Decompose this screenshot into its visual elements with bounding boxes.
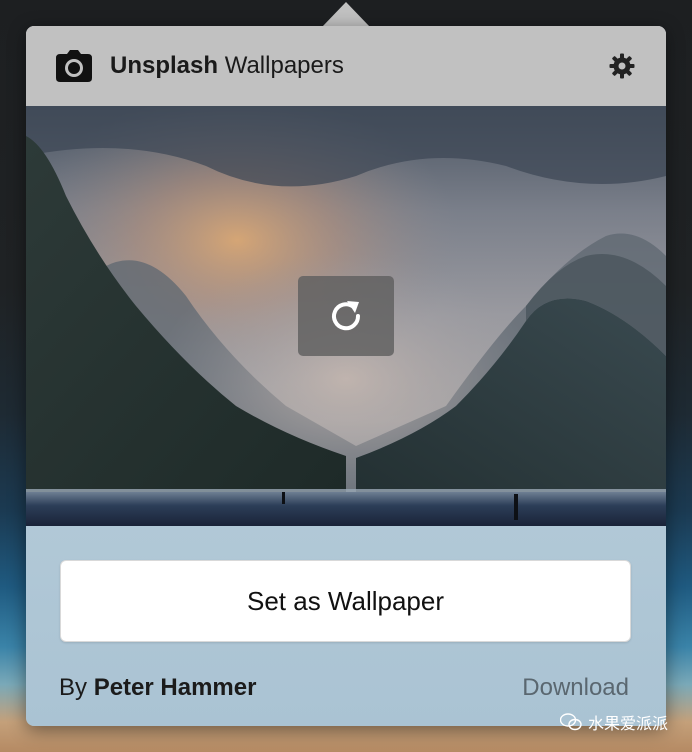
popover-caret [322, 2, 370, 27]
app-title-brand: Unsplash [110, 52, 219, 79]
watermark-text: 水果爱派派 [588, 716, 669, 733]
credit-prefix: By [59, 674, 94, 701]
refresh-icon [332, 301, 361, 331]
photo-credit: By Peter Hammer [59, 674, 256, 702]
chat-bubble-icon [560, 713, 582, 731]
popover-header: Unsplash Wallpapers [26, 26, 666, 106]
refresh-button[interactable] [298, 276, 394, 356]
app-title: Unsplash Wallpapers [110, 52, 344, 80]
app-title-rest: Wallpapers [218, 52, 344, 79]
author-name[interactable]: Peter Hammer [94, 674, 257, 701]
watermark: 水果爱派派 [560, 708, 680, 736]
wallpaper-preview[interactable] [26, 106, 666, 526]
camera-icon [56, 50, 92, 82]
unsplash-popover: Unsplash Wallpapers Set as Wallpaper By … [26, 26, 666, 726]
gear-icon[interactable] [609, 53, 635, 79]
download-link[interactable]: Download [522, 674, 629, 702]
set-as-wallpaper-button[interactable]: Set as Wallpaper [60, 560, 631, 642]
